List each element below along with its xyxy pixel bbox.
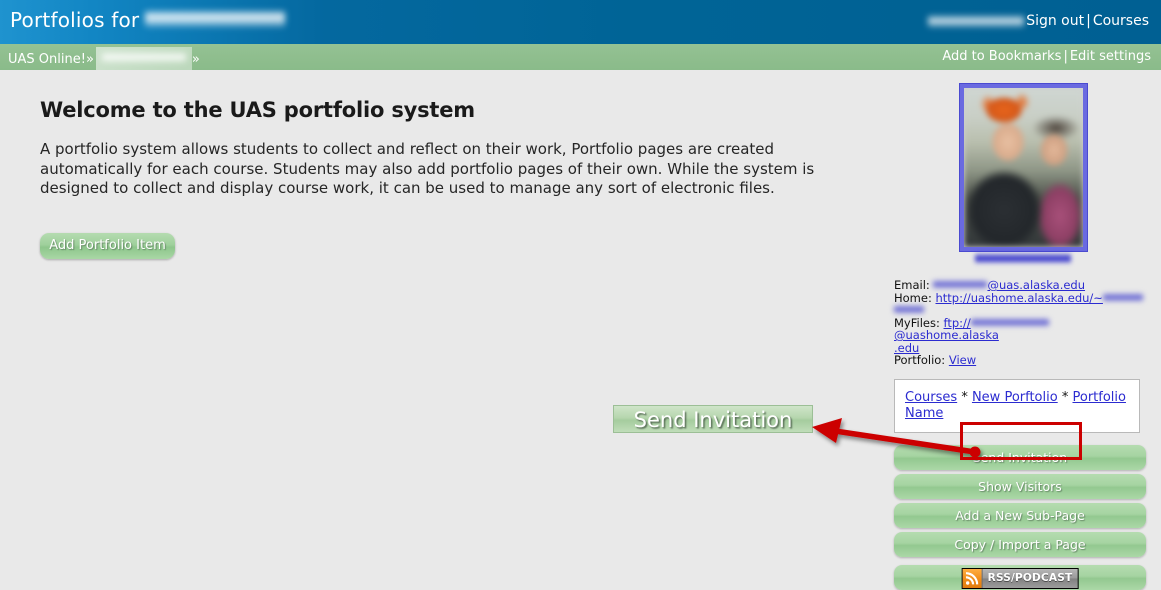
add-new-sub-page-button[interactable]: Add a New Sub-Page [894, 502, 1146, 528]
page-header-title: Portfolios for [10, 8, 286, 32]
portfolio-label: Portfolio: [894, 353, 946, 367]
breadcrumb: UAS Online!» » [8, 47, 200, 70]
top-header: Portfolios for Sign out | Courses [0, 0, 1161, 44]
email-user-redacted [933, 280, 988, 289]
sign-out-link[interactable]: Sign out [1026, 13, 1084, 29]
nav-link-separator-1: * [961, 389, 968, 405]
contact-row-home: Home: http://uashome.alaska.edu/~ [894, 290, 1152, 305]
breadcrumb-bar: UAS Online!» » Add to Bookmarks | Edit set… [0, 44, 1161, 70]
header-title-prefix: Portfolios for [10, 8, 140, 32]
header-separator: | [1086, 13, 1091, 29]
rss-icon [962, 568, 983, 588]
page-title: Welcome to the UAS portfolio system [40, 98, 475, 122]
breadcrumb-chevron-icon: » [85, 52, 94, 67]
nav-link-separator-2: * [1061, 389, 1069, 405]
home-url-link[interactable]: http://uashome.alaska.edu/~ [936, 291, 1103, 305]
send-invitation-button[interactable]: Send Invitation [894, 444, 1146, 470]
home-user-redacted [1102, 292, 1143, 302]
breadcrumb-item-uas-online[interactable]: UAS Online! [8, 52, 86, 67]
contact-info-list: Email: @uas.alaska.edu Home: http://uash… [894, 279, 1152, 367]
avatar [959, 84, 1087, 251]
rss-podcast-label: RSS/PODCAST [987, 571, 1073, 584]
portfolio-view-link[interactable]: View [949, 353, 976, 367]
copy-import-page-button[interactable]: Copy / Import a Page [894, 531, 1146, 557]
add-portfolio-item-button[interactable]: Add Portfolio Item [40, 233, 175, 259]
breadcrumb-right-actions: Add to Bookmarks | Edit settings [942, 49, 1151, 64]
breadcrumb-chevron-icon-2: » [191, 52, 200, 67]
show-visitors-button[interactable]: Show Visitors [894, 473, 1146, 499]
rss-button-row: RSS/PODCAST [894, 564, 1146, 590]
callout-label-send-invitation: Send Invitation [613, 405, 813, 433]
intro-paragraph: A portfolio system allows students to co… [40, 140, 815, 197]
header-title-user-redacted [145, 10, 286, 28]
courses-link[interactable]: Courses [1093, 13, 1149, 29]
breadcrumb-separator: | [1063, 49, 1068, 64]
avatar-caption[interactable] [894, 253, 1152, 269]
myfiles-user-redacted [970, 317, 1049, 327]
contact-row-portfolio: Portfolio: View [894, 354, 1152, 367]
avatar-photo [963, 88, 1083, 247]
sidebar-nav-links-box: Courses * New Porftolio * Portfolio Name [894, 378, 1140, 433]
sidebar: Email: @uas.alaska.edu Home: http://uash… [894, 84, 1152, 590]
home-label: Home: [894, 290, 932, 305]
breadcrumb-item-current[interactable] [95, 47, 192, 70]
rss-podcast-button[interactable]: RSS/PODCAST [961, 567, 1079, 589]
header-username-redacted [928, 15, 1025, 28]
nav-link-courses[interactable]: Courses [905, 390, 957, 405]
home-user-redacted-2 [894, 305, 924, 314]
sidebar-button-stack: Send Invitation Show Visitors Add a New … [894, 444, 1150, 590]
contact-row-myfiles: MyFiles: ftp:// @uashome.alaska [894, 316, 1152, 342]
nav-link-new-portfolio[interactable]: New Porftolio [972, 390, 1058, 405]
main-content: Welcome to the UAS portfolio system A po… [40, 98, 860, 259]
add-to-bookmarks-link[interactable]: Add to Bookmarks [942, 49, 1061, 64]
header-right-nav: Sign out | Courses [928, 13, 1149, 29]
edit-settings-link[interactable]: Edit settings [1070, 49, 1151, 64]
breadcrumb-current-redacted [101, 52, 186, 63]
avatar-name-redacted [975, 253, 1071, 264]
